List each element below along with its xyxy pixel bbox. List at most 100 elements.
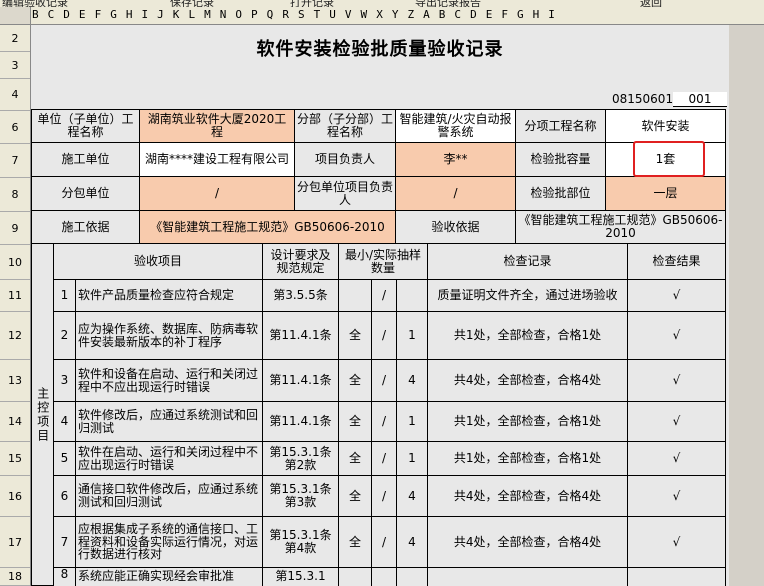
row-spec[interactable]: 第15.3.1条第3款	[263, 476, 339, 517]
row-record[interactable]: 共1处，全部检查，合格1处	[428, 312, 628, 360]
select-all-corner[interactable]	[0, 7, 31, 24]
row-number[interactable]: 15	[0, 442, 30, 476]
row-number[interactable]: 17	[0, 517, 30, 568]
column-header: B C D E F G H I J K L M N O P Q R S T U …	[0, 7, 764, 25]
row-item[interactable]: 软件和设备在启动、运行和关闭过程中不应出现运行时错误	[76, 360, 263, 402]
column-header-sample: 最小/实际抽样数量	[339, 244, 428, 280]
row-actual[interactable]	[397, 568, 428, 586]
row-item[interactable]: 应为操作系统、数据库、防病毒软件安装最新版本的补丁程序	[76, 312, 263, 360]
row-record[interactable]: 共4处，全部检查，合格4处	[428, 360, 628, 402]
row-spec[interactable]: 第15.3.1条第2款	[263, 442, 339, 476]
column-header-result: 检查结果	[628, 244, 726, 280]
row-result[interactable]: √	[628, 442, 726, 476]
row-slash: /	[372, 442, 397, 476]
column-header-spec: 设计要求及规范规定	[263, 244, 339, 280]
sub-label: 分包单位	[32, 177, 140, 211]
row-number[interactable]: 8	[0, 178, 30, 212]
row-record[interactable]: 共1处，全部检查，合格1处	[428, 402, 628, 442]
capacity-value[interactable]: 1套	[606, 143, 726, 177]
row-min[interactable]: 全	[339, 517, 372, 568]
row-number[interactable]: 7	[0, 144, 30, 178]
sub-manager-label: 分包单位项目负责人	[295, 177, 396, 211]
builder-value[interactable]: 湖南****建设工程有限公司	[140, 143, 295, 177]
row-actual[interactable]: 4	[397, 476, 428, 517]
row-result[interactable]: √	[628, 402, 726, 442]
row-number[interactable]: 3	[0, 52, 30, 79]
part-value[interactable]: 一层	[606, 177, 726, 211]
row-number[interactable]: 14	[0, 402, 30, 442]
row-number[interactable]: 18	[0, 568, 30, 586]
row-item[interactable]: 通信接口软件修改后，应通过系统测试和回归测试	[76, 476, 263, 517]
row-item[interactable]: 软件产品质量检查应符合规定	[76, 280, 263, 312]
row-result[interactable]	[628, 568, 726, 586]
accept-value[interactable]: 《智能建筑工程施工规范》GB50606-2010	[516, 211, 726, 244]
row-item[interactable]: 应根据集成子系统的通信接口、工程资料和设备实际运行情况，对运行数据进行核对	[76, 517, 263, 568]
group-column: 主控项目	[32, 244, 54, 586]
row-no: 3	[54, 360, 76, 402]
row-min[interactable]: 全	[339, 402, 372, 442]
row-number[interactable]: 13	[0, 360, 30, 402]
row-no: 6	[54, 476, 76, 517]
row-record[interactable]: 共4处，全部检查，合格4处	[428, 476, 628, 517]
row-no: 4	[54, 402, 76, 442]
row-result[interactable]: √	[628, 476, 726, 517]
row-number[interactable]: 6	[0, 111, 30, 144]
page-title: 软件安装检验批质量验收记录	[256, 39, 504, 60]
row-result[interactable]: √	[628, 312, 726, 360]
subunit-value[interactable]: 智能建筑/火灾自动报警系统	[396, 110, 516, 143]
row-number[interactable]: 12	[0, 312, 30, 360]
row-slash: /	[372, 280, 397, 312]
manager-label: 项目负责人	[295, 143, 396, 177]
row-item[interactable]: 软件在启动、运行和关闭过程中不应出现运行时错误	[76, 442, 263, 476]
row-actual[interactable]: 4	[397, 360, 428, 402]
row-spec[interactable]: 第11.4.1条	[263, 360, 339, 402]
row-result[interactable]: √	[628, 360, 726, 402]
row-spec[interactable]: 第11.4.1条	[263, 312, 339, 360]
row-min[interactable]	[339, 280, 372, 312]
row-spec[interactable]: 第11.4.1条	[263, 402, 339, 442]
sub-value[interactable]: /	[140, 177, 295, 211]
sub-manager-value[interactable]: /	[396, 177, 516, 211]
row-number[interactable]: 4	[0, 79, 30, 111]
unit-value[interactable]: 湖南筑业软件大厦2020工程	[140, 110, 295, 143]
row-number[interactable]: 9	[0, 212, 30, 245]
row-no: 5	[54, 442, 76, 476]
row-slash: /	[372, 476, 397, 517]
row-min[interactable]	[339, 568, 372, 586]
row-min[interactable]: 全	[339, 442, 372, 476]
column-header-record: 检查记录	[428, 244, 628, 280]
basis-value[interactable]: 《智能建筑工程施工规范》GB50606-2010	[140, 211, 396, 244]
row-record[interactable]	[428, 568, 628, 586]
row-actual[interactable]: 1	[397, 442, 428, 476]
row-actual[interactable]	[397, 280, 428, 312]
row-number[interactable]: 16	[0, 476, 30, 517]
row-result[interactable]: √	[628, 280, 726, 312]
item-label: 分项工程名称	[516, 110, 606, 143]
unit-label: 单位（子单位）工程名称	[32, 110, 140, 143]
row-number[interactable]: 11	[0, 280, 30, 312]
row-spec[interactable]: 第3.5.5条	[263, 280, 339, 312]
row-result[interactable]: √	[628, 517, 726, 568]
right-gutter	[730, 25, 764, 586]
row-number[interactable]: 10	[0, 245, 30, 280]
item-value[interactable]: 软件安装	[606, 110, 726, 143]
row-min[interactable]: 全	[339, 476, 372, 517]
row-actual[interactable]: 1	[397, 312, 428, 360]
row-spec[interactable]: 第15.3.1	[263, 568, 339, 586]
record-number[interactable]: 001	[673, 92, 727, 107]
row-number[interactable]: 2	[0, 25, 30, 52]
row-record[interactable]: 共4处，全部检查，合格4处	[428, 517, 628, 568]
row-min[interactable]: 全	[339, 312, 372, 360]
row-spec[interactable]: 第15.3.1条第4款	[263, 517, 339, 568]
row-record[interactable]: 共1处，全部检查，合格1处	[428, 442, 628, 476]
record-code[interactable]: 08150601	[612, 92, 673, 106]
manager-value[interactable]: 李**	[396, 143, 516, 177]
accept-label: 验收依据	[396, 211, 516, 244]
row-min[interactable]: 全	[339, 360, 372, 402]
row-item[interactable]: 系统应能正确实现经会审批准	[76, 568, 263, 586]
column-letters[interactable]: B C D E F G H I J K L M N O P Q R S T U …	[32, 8, 556, 21]
row-record[interactable]: 质量证明文件齐全，通过进场验收	[428, 280, 628, 312]
row-item[interactable]: 软件修改后，应通过系统测试和回归测试	[76, 402, 263, 442]
row-actual[interactable]: 1	[397, 402, 428, 442]
row-actual[interactable]: 4	[397, 517, 428, 568]
